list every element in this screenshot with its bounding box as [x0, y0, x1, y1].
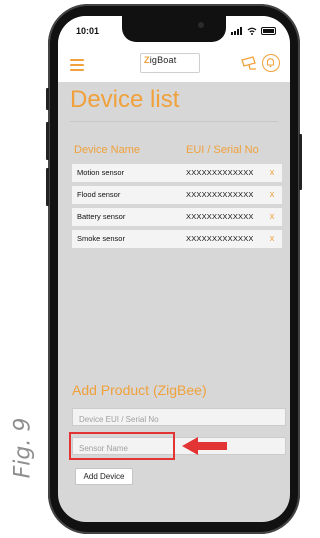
device-name: Smoke sensor — [77, 234, 125, 243]
table-row: Motion sensor XXXXXXXXXXXXX x — [72, 164, 282, 182]
system-icons — [231, 27, 276, 35]
device-serial: XXXXXXXXXXXXX — [186, 190, 254, 199]
app-header: ZigBoat — [58, 48, 290, 82]
remove-device-button[interactable]: x — [266, 233, 278, 243]
side-button — [299, 134, 302, 190]
figure-label: Fig. 9 — [10, 417, 36, 479]
remove-device-button[interactable]: x — [266, 211, 278, 221]
menu-icon[interactable] — [70, 59, 84, 71]
battery-icon — [261, 27, 276, 35]
wifi-icon — [247, 27, 257, 35]
signal-icon — [231, 27, 243, 35]
column-header-serial: EUI / Serial No — [186, 144, 259, 156]
eui-field — [72, 408, 286, 428]
table-row: Flood sensor XXXXXXXXXXXXX x — [72, 186, 282, 204]
add-device-button[interactable]: Add Device — [75, 468, 133, 485]
app-logo: ZigBoat — [144, 55, 177, 65]
front-camera-icon — [198, 22, 204, 28]
device-serial: XXXXXXXXXXXXX — [186, 168, 254, 177]
camera-icon[interactable] — [240, 56, 258, 72]
add-product-title: Add Product (ZigBee) — [72, 382, 207, 398]
table-row: Battery sensor XXXXXXXXXXXXX x — [72, 208, 282, 226]
column-header-name: Device Name — [74, 144, 141, 156]
divider — [70, 121, 278, 122]
table-row: Smoke sensor XXXXXXXXXXXXX x — [72, 230, 282, 248]
page-title: Device list — [70, 86, 180, 113]
status-bar: 10:01 — [58, 16, 290, 48]
device-serial: XXXXXXXXXXXXX — [186, 212, 254, 221]
remove-device-button[interactable]: x — [266, 189, 278, 199]
device-name: Battery sensor — [77, 212, 126, 221]
device-serial: XXXXXXXXXXXXX — [186, 234, 254, 243]
device-name: Motion sensor — [77, 168, 125, 177]
bell-icon[interactable] — [262, 54, 280, 72]
side-button — [46, 122, 49, 160]
side-button — [46, 168, 49, 206]
phone-screen: 10:01 ZigBoat Device list Device Name EU… — [58, 16, 290, 522]
device-table: Motion sensor XXXXXXXXXXXXX x Flood sens… — [72, 164, 282, 252]
notch — [122, 16, 226, 42]
highlight-box — [69, 432, 175, 460]
status-time: 10:01 — [76, 26, 100, 36]
arrow-icon — [182, 437, 227, 455]
side-button — [46, 88, 49, 110]
device-name: Flood sensor — [77, 190, 121, 199]
eui-input[interactable] — [73, 411, 285, 428]
remove-device-button[interactable]: x — [266, 167, 278, 177]
